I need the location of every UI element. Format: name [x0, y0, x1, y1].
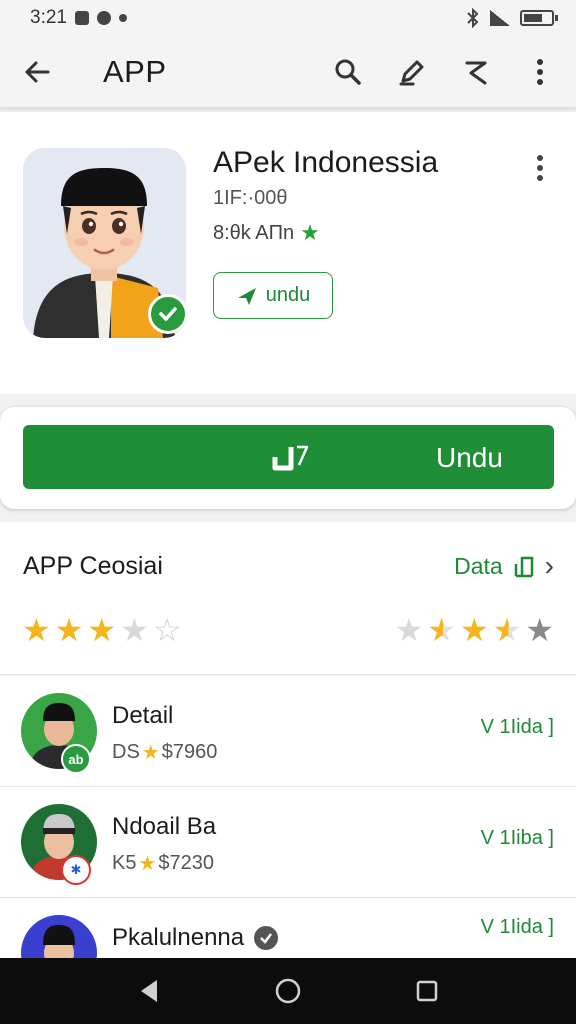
item-title-text: Ndoail Ba	[112, 813, 217, 840]
ratings-title: APP Ceosiai	[23, 552, 163, 580]
item-sub-value: $7230	[158, 852, 215, 874]
item-sub-prefix: DS	[112, 741, 140, 763]
app-overflow-button[interactable]	[520, 148, 560, 188]
share-icon	[465, 61, 487, 84]
share-button[interactable]	[444, 44, 508, 100]
item-badge: ab	[61, 744, 91, 774]
item-title-text: Detail	[112, 702, 174, 729]
list-item[interactable]: ab Detail DS ★ $7960 V 1Iida ]	[0, 676, 576, 787]
list-item[interactable]: ✱ Ndoail Ba K5 ★ $7230 V 1Iiba ]	[0, 787, 576, 898]
rating-stars-right: ★ ★ ★ ★ ★	[395, 614, 554, 646]
rating-star-half-icon: ★	[427, 612, 456, 648]
chart-icon	[514, 556, 533, 578]
item-title: Ndoail Ba	[112, 813, 216, 841]
list-item[interactable]: Pkalulnenna V 1Iida ]	[0, 898, 576, 958]
screenshot-icon	[74, 11, 89, 25]
related-list: ab Detail DS ★ $7960 V 1Iida ] ✱ Ndoail …	[0, 676, 576, 958]
rating-stars-left: ★ ★ ★ ★ ☆	[22, 614, 181, 646]
app-header-card: APek Indonessia 1IF:·00θ 8:θk AΠn ★ undu	[0, 112, 576, 394]
send-icon	[237, 287, 256, 305]
system-nav-bar	[0, 958, 576, 1024]
avatar	[21, 915, 97, 958]
home-circle-icon	[275, 978, 301, 1004]
ratings-section: APP Ceosiai Data › ★ ★ ★ ★ ☆ ★ ★ ★ ★ ★	[0, 522, 576, 675]
search-button[interactable]	[316, 44, 380, 100]
status-left: 3:21	[30, 7, 127, 29]
item-title: Pkalulnenna	[112, 924, 279, 952]
item-badge-text: ab	[68, 751, 84, 767]
battery-icon	[520, 10, 558, 26]
status-time: 3:21	[30, 7, 67, 28]
item-title-text: Pkalulnenna	[112, 924, 245, 951]
edit-button[interactable]	[380, 44, 444, 100]
rating-star-full-icon: ★	[22, 612, 51, 648]
rating-star-half-icon: ★	[492, 612, 522, 648]
recents-square-icon	[416, 980, 437, 1002]
chevron-right-icon: ›	[544, 550, 554, 581]
verified-badge	[148, 294, 188, 334]
message-icon	[96, 11, 111, 25]
rating-star-outline-icon: ☆	[152, 612, 182, 648]
app-bar-title: APP	[103, 53, 167, 89]
rating-star-full-icon: ★	[54, 612, 84, 648]
item-action[interactable]: V 1Iiba ]	[481, 827, 554, 850]
status-right	[466, 8, 558, 28]
rating-star-full-icon: ★	[87, 612, 117, 648]
nav-recents-button[interactable]	[397, 961, 457, 1021]
download-icon	[272, 445, 309, 471]
back-button[interactable]	[9, 44, 65, 100]
item-action[interactable]: V 1Iida ]	[481, 716, 554, 739]
person-avatar-icon	[21, 915, 97, 958]
nav-home-button[interactable]	[258, 961, 318, 1021]
battery-fill	[524, 14, 543, 22]
item-sub-value: $7960	[161, 741, 218, 763]
app-bar-actions	[316, 44, 572, 100]
dot-icon	[118, 14, 127, 22]
edit-icon	[399, 60, 424, 85]
search-icon	[335, 59, 361, 85]
more-button[interactable]	[508, 44, 572, 100]
item-title: Detail	[112, 702, 173, 730]
install-card: Undu	[0, 407, 576, 509]
item-sub-prefix: K5	[112, 852, 137, 874]
app-bar: APP	[0, 36, 576, 108]
rating-star-empty-icon: ★	[394, 612, 424, 648]
install-label: Undu	[436, 442, 503, 473]
arrow-back-icon	[25, 61, 50, 82]
item-subtitle: DS ★ $7960	[112, 740, 217, 765]
nav-back-button[interactable]	[119, 961, 179, 1021]
signal-icon	[490, 10, 510, 26]
verified-check-icon	[254, 926, 279, 950]
secondary-download-button[interactable]: undu	[213, 272, 333, 319]
rating-star-grey-icon: ★	[525, 612, 554, 648]
ratings-more-link[interactable]: Data ›	[454, 552, 554, 580]
app-rating-row: 8:θk AΠn ★	[213, 220, 320, 246]
star-icon: ★	[138, 853, 157, 875]
bluetooth-icon	[467, 8, 479, 28]
star-icon: ★	[141, 742, 160, 764]
status-bar: 3:21	[0, 0, 576, 36]
ratings-link-label: Data	[454, 552, 503, 579]
more-vert-icon	[537, 155, 543, 181]
rating-star-empty-icon: ★	[120, 612, 149, 648]
app-name: APek Indonessia	[213, 146, 439, 179]
item-action[interactable]: V 1Iida ]	[481, 916, 554, 939]
install-button[interactable]: Undu	[23, 425, 554, 489]
app-meta: 1IF:·00θ	[213, 187, 288, 209]
app-rating-text: 8:θk AΠn	[213, 221, 295, 244]
check-icon	[159, 307, 177, 321]
more-vert-icon	[537, 58, 543, 85]
secondary-download-label: undu	[265, 284, 311, 306]
item-badge-text: ✱	[70, 862, 82, 877]
item-badge: ✱	[61, 855, 91, 885]
item-subtitle: K5 ★ $7230	[112, 851, 214, 876]
star-icon: ★	[300, 220, 320, 245]
rating-star-full-icon: ★	[459, 612, 489, 648]
back-triangle-icon	[141, 980, 158, 1002]
